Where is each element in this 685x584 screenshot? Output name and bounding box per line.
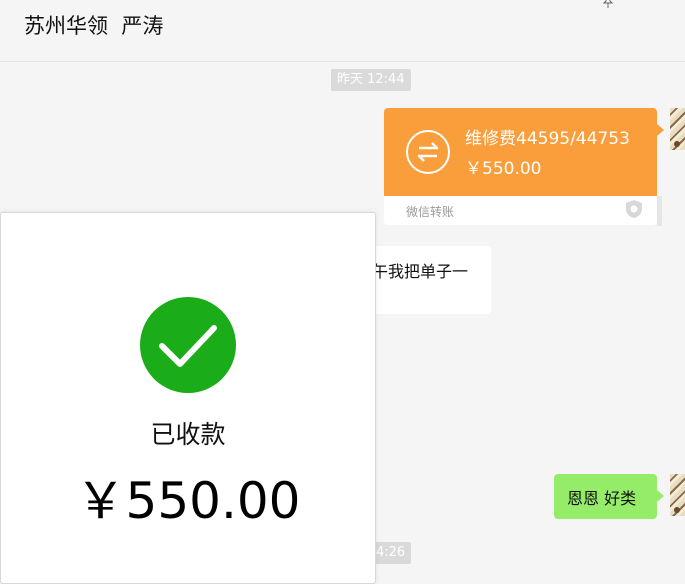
check-circle-icon [140,297,236,393]
transfer-message-card[interactable]: 维修费44595/44753 ￥550.00 微信转账 [384,108,657,225]
transfer-amount: ￥550.00 [465,159,542,179]
transfer-memo: 维修费44595/44753 [465,129,630,149]
avatar[interactable] [670,108,685,150]
payment-received-popup: 已收款 ￥550.00 [0,212,376,584]
transfer-arrows-icon [406,130,450,174]
outgoing-message-text: 恩恩 好类 [567,489,637,508]
chat-title: 苏州华领 严涛 [24,14,164,38]
pin-icon[interactable] [602,0,614,8]
transfer-card-body: 维修费44595/44753 ￥550.00 [384,108,657,196]
divider [657,196,662,226]
outgoing-message-bubble[interactable]: 恩恩 好类 [554,474,657,519]
transfer-label: 微信转账 [406,205,455,219]
payment-status: 已收款 [150,420,226,449]
chat-header: 苏州华领 严涛 [0,0,685,62]
bubble-tail [657,124,664,136]
timestamp: 昨天 12:44 [331,69,411,91]
incoming-message-text: 午我把单子一 [372,262,469,281]
avatar[interactable] [670,474,685,516]
shield-icon [624,199,644,219]
payment-amount: ￥550.00 [75,472,301,530]
bubble-tail [657,490,664,502]
